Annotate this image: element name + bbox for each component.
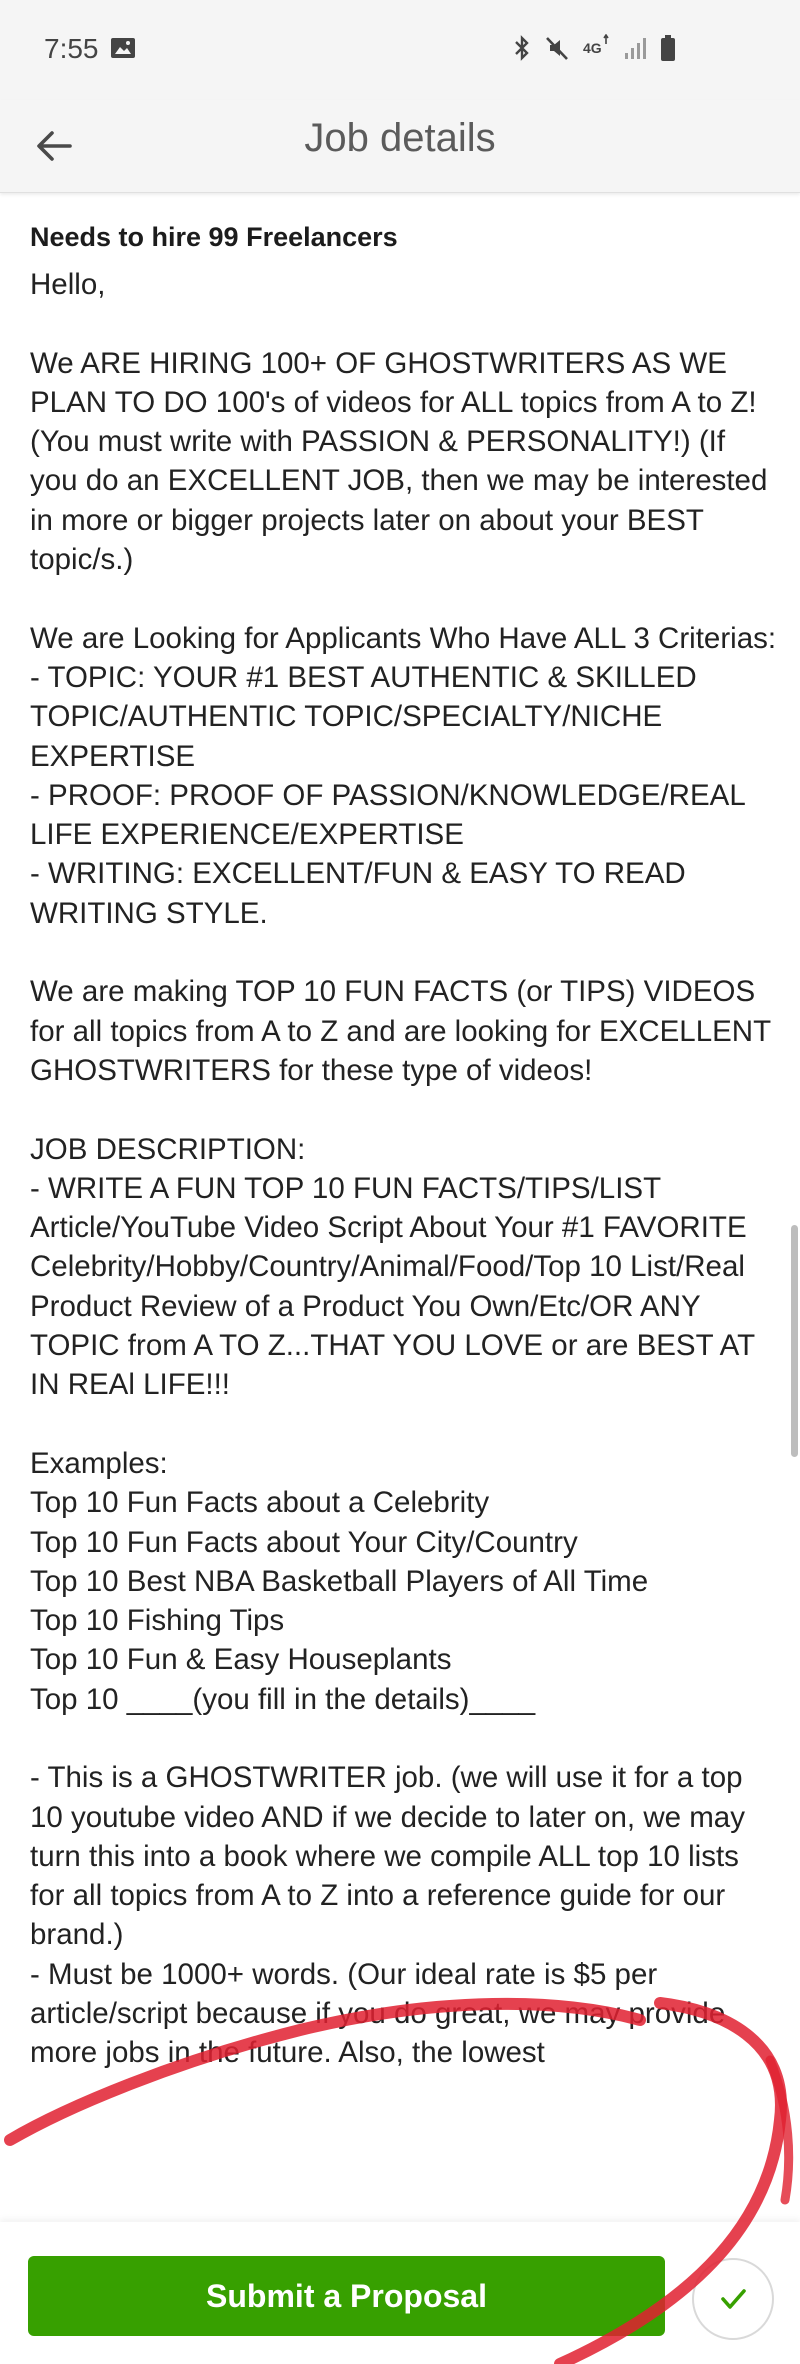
app-bar: Job details xyxy=(0,100,800,193)
hire-count-heading: Needs to hire 99 Freelancers xyxy=(30,222,398,252)
submit-proposal-button[interactable]: Submit a Proposal xyxy=(28,2256,665,2336)
status-bar: 7:55 4G xyxy=(0,0,800,100)
job-description: Hello, We ARE HIRING 100+ OF GHOSTWRITER… xyxy=(30,268,777,2070)
photo-icon xyxy=(110,36,136,65)
page-title: Job details xyxy=(304,116,496,160)
status-icons: 4G xyxy=(512,34,676,62)
svg-text:4G: 4G xyxy=(583,40,602,56)
status-time: 7:55 xyxy=(44,33,99,64)
mute-icon xyxy=(544,34,570,62)
signal-icon xyxy=(624,35,648,61)
job-details-content: Needs to hire 99 Freelancers Hello, We A… xyxy=(30,218,780,2073)
scrollbar-thumb[interactable] xyxy=(791,1225,798,1457)
save-job-button[interactable] xyxy=(692,2258,774,2340)
4g-signal-icon: 4G xyxy=(582,34,612,62)
battery-icon xyxy=(660,34,676,62)
heart-check-icon xyxy=(721,2289,746,2309)
bluetooth-icon xyxy=(512,34,532,62)
